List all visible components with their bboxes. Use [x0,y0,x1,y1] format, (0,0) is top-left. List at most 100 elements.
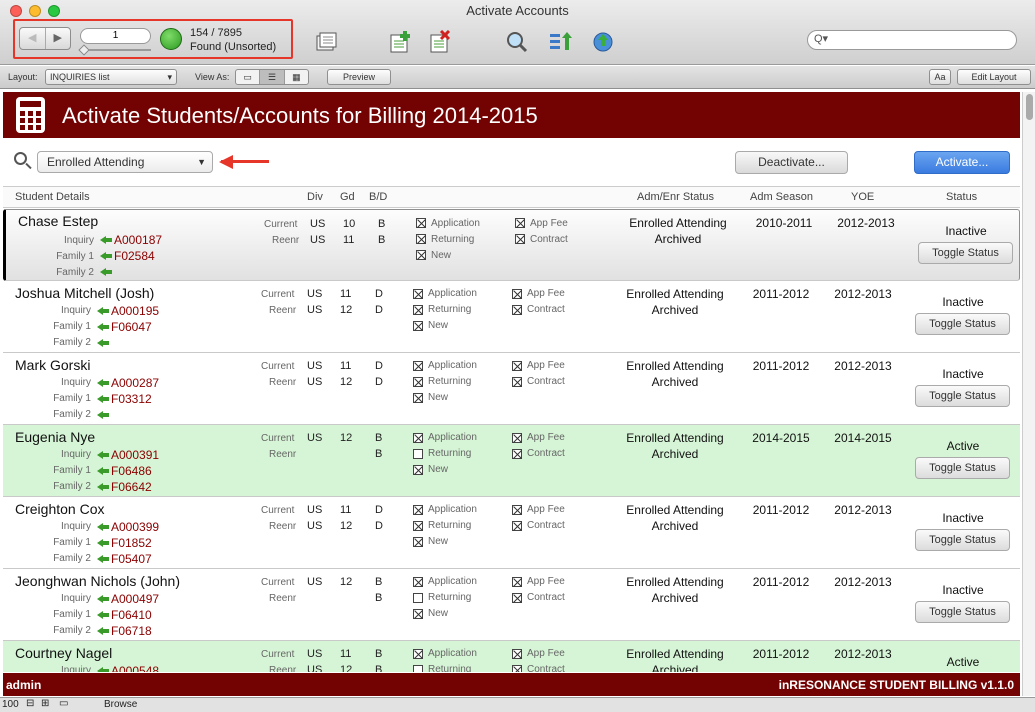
table-row[interactable]: Creighton Cox Inquiry A000399 Family 1 F0185… [3,497,1020,569]
checkbox[interactable] [413,449,423,459]
checkbox[interactable] [512,505,522,515]
checkbox[interactable] [512,305,522,315]
record-link[interactable]: A000287 [111,376,159,390]
status-filter-dropdown[interactable]: Enrolled Attending ▼ [37,151,213,173]
go-arrow-icon[interactable] [97,595,109,603]
go-arrow-icon[interactable] [97,411,109,419]
checkbox[interactable] [512,289,522,299]
table-row[interactable]: Chase Estep Inquiry A000187 Family 1 F02584 F… [3,209,1020,281]
go-arrow-icon[interactable] [97,555,109,563]
record-link[interactable]: A000399 [111,520,159,534]
record-link[interactable]: F05407 [111,552,152,566]
record-link[interactable]: F06642 [111,480,152,494]
checkbox[interactable] [413,577,423,587]
go-arrow-icon[interactable] [97,667,109,672]
checkbox[interactable] [413,505,423,515]
share-icon[interactable] [592,30,616,54]
zoom-in-icon[interactable]: ⊞ [41,698,49,709]
go-arrow-icon[interactable] [97,307,109,315]
delete-record-icon[interactable] [428,30,452,54]
record-link[interactable]: F06047 [111,320,152,334]
checkbox[interactable] [512,593,522,603]
preview-button[interactable]: Preview [327,69,391,85]
scrollbar-thumb[interactable] [1026,94,1033,120]
checkbox[interactable] [413,593,423,603]
checkbox[interactable] [416,218,426,228]
go-arrow-icon[interactable] [97,523,109,531]
go-arrow-icon[interactable] [100,236,112,244]
checkbox[interactable] [512,361,522,371]
vertical-scrollbar[interactable] [1022,92,1035,696]
record-link[interactable]: A000497 [111,592,159,606]
checkbox[interactable] [512,665,522,672]
go-arrow-icon[interactable] [97,451,109,459]
form-view-icon[interactable]: ▭ [236,70,261,84]
mode-indicator[interactable]: Browse [104,699,137,710]
table-view-icon[interactable]: ▦ [285,70,308,84]
go-arrow-icon[interactable] [97,323,109,331]
go-arrow-icon[interactable] [97,483,109,491]
activate-button[interactable]: Activate... [914,151,1010,174]
go-arrow-icon[interactable] [97,611,109,619]
go-arrow-icon[interactable] [97,395,109,403]
go-arrow-icon[interactable] [97,539,109,547]
checkbox[interactable] [512,449,522,459]
record-number-field[interactable]: 1 [80,28,151,44]
toggle-status-button[interactable]: Toggle Status [915,385,1010,407]
go-arrow-icon[interactable] [97,627,109,635]
checkbox[interactable] [515,234,525,244]
record-slider[interactable] [80,49,151,51]
checkbox[interactable] [413,433,423,443]
zoom-level[interactable]: 100 [2,699,19,710]
edit-layout-button[interactable]: Edit Layout [957,69,1031,85]
checkbox[interactable] [413,377,423,387]
record-link[interactable]: F01852 [111,536,152,550]
new-record-icon[interactable] [388,30,412,54]
checkbox[interactable] [413,361,423,371]
checkbox[interactable] [413,321,423,331]
checkbox[interactable] [413,521,423,531]
checkbox[interactable] [512,377,522,387]
sort-icon[interactable] [548,30,572,54]
show-all-icon[interactable] [315,30,339,54]
record-link[interactable]: A000391 [111,448,159,462]
toggle-status-button[interactable]: Toggle Status [915,313,1010,335]
quick-find-input[interactable]: Q▾ [807,30,1017,50]
table-row[interactable]: Mark Gorski Inquiry A000287 Family 1 F03312 F… [3,353,1020,425]
record-link[interactable]: A000195 [111,304,159,318]
checkbox[interactable] [515,218,525,228]
text-format-button[interactable]: Aa [929,69,951,85]
checkbox[interactable] [413,665,423,672]
layout-select[interactable]: INQUIRIES list ▾ [45,69,177,85]
go-arrow-icon[interactable] [97,467,109,475]
checkbox[interactable] [413,465,423,475]
table-row[interactable]: Jeonghwan Nichols (John) Inquiry A000497 Fa… [3,569,1020,641]
checkbox[interactable] [512,433,522,443]
record-nav-buttons[interactable]: ◀ ▶ [19,27,71,50]
checkbox[interactable] [512,577,522,587]
view-as-control[interactable]: ▭ ☰ ▦ [235,69,309,85]
table-row[interactable]: Joshua Mitchell (Josh) Inquiry A000195 Fami… [3,281,1020,353]
checkbox[interactable] [416,250,426,260]
toggle-status-button[interactable]: Toggle Status [915,601,1010,623]
record-link[interactable]: F06486 [111,464,152,478]
record-link[interactable]: F06718 [111,624,152,638]
record-link[interactable]: A000548 [111,664,159,672]
table-row[interactable]: Courtney NagelInquiryA000548Family 1Fami… [3,641,1020,672]
record-link[interactable]: A000187 [114,233,162,247]
checkbox[interactable] [413,649,423,659]
checkbox[interactable] [512,521,522,531]
record-link[interactable]: F06410 [111,608,152,622]
go-arrow-icon[interactable] [100,252,112,260]
table-row[interactable]: Eugenia Nye Inquiry A000391 Family 1 F06486 F… [3,425,1020,497]
checkbox[interactable] [512,649,522,659]
record-link[interactable]: F02584 [114,249,155,263]
go-arrow-icon[interactable] [97,339,109,347]
toggle-status-button[interactable]: Toggle Status [915,457,1010,479]
go-arrow-icon[interactable] [97,379,109,387]
checkbox[interactable] [413,537,423,547]
previous-record-icon[interactable]: ◀ [20,28,46,49]
checkbox[interactable] [413,289,423,299]
find-icon[interactable] [505,30,529,54]
checkbox[interactable] [413,609,423,619]
